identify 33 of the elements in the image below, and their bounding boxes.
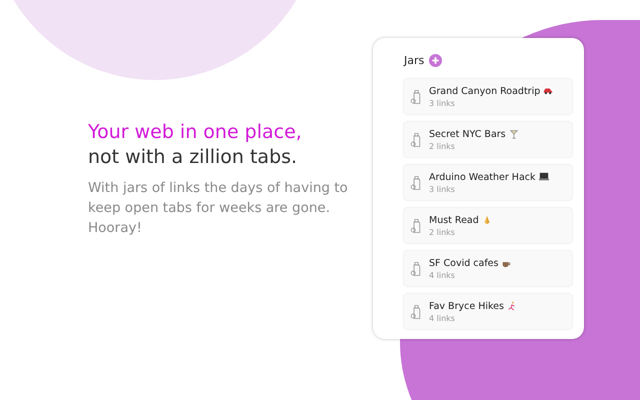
add-icon[interactable] xyxy=(429,54,442,67)
jar-item[interactable]: Grand Canyon Roadtrip 3 links xyxy=(404,79,572,114)
jar-item[interactable]: Secret NYC Bars 2 links xyxy=(404,122,572,157)
jar-icon xyxy=(410,174,423,192)
cocktail-icon xyxy=(508,129,519,139)
description: With jars of links the days of having to keep open tabs for weeks are gone. Hooray! xyxy=(88,179,349,238)
jar-item[interactable]: SF Covid cafes 4 links xyxy=(404,251,572,286)
jar-item[interactable]: Fav Bryce Hikes 4 links xyxy=(404,294,572,329)
jar-icon xyxy=(410,130,423,148)
panel-title: Jars xyxy=(404,54,424,67)
jar-name: Must Read xyxy=(429,214,479,226)
runner-icon xyxy=(506,301,517,311)
jar-item[interactable]: Arduino Weather Hack 3 links xyxy=(404,165,572,200)
jar-icon xyxy=(410,260,423,278)
jar-name: Fav Bryce Hikes xyxy=(429,300,504,312)
link-count: 4 links xyxy=(429,270,455,280)
link-count: 3 links xyxy=(429,184,455,194)
jar-name: Grand Canyon Roadtrip xyxy=(429,86,540,96)
jar-name: SF Covid cafes xyxy=(429,258,498,268)
car-icon xyxy=(543,86,554,96)
link-count: 2 links xyxy=(429,142,455,150)
link-count: 2 links xyxy=(429,228,455,236)
jar-name: Arduino Weather Hack xyxy=(429,172,536,182)
jar-icon xyxy=(410,88,423,106)
headline: not with a zillion tabs. xyxy=(88,145,298,170)
jar-name: Secret NYC Bars xyxy=(429,128,506,140)
jar-icon xyxy=(410,302,423,320)
headline: Your web in one place, xyxy=(88,120,303,145)
link-count: 4 links xyxy=(429,314,455,322)
jar-icon xyxy=(410,216,423,234)
link-count: 3 links xyxy=(429,98,455,108)
laptop-icon xyxy=(538,172,548,182)
jar-item[interactable]: Must Read 2 links xyxy=(404,208,572,243)
